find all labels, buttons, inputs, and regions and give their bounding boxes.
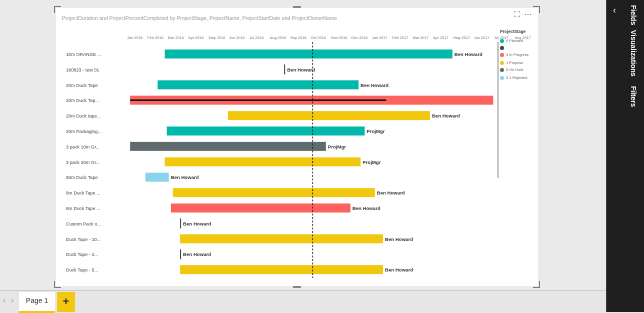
axis-tick-label: Nov 2016 (331, 36, 347, 40)
legend-swatch (500, 60, 504, 65)
axis-tick-label: Dec 2016 (351, 36, 367, 40)
legend: ProjectStage 0 Planned 4 In Progress 1 Pro… (500, 29, 538, 81)
task-label: 50m Duck Tape (66, 175, 98, 180)
axis-tick-label: Feb 2016 (147, 36, 163, 40)
task-bar (166, 126, 365, 136)
owner-label: Ben Howard (352, 206, 380, 212)
legend-item[interactable]: 5 On Hold (500, 67, 538, 74)
task-bar (180, 234, 384, 244)
legend-label: 0 Planned (506, 38, 524, 43)
pane-fields[interactable]: Fields (629, 5, 636, 25)
task-label: Duck Tape - 2... (66, 252, 98, 257)
task-bar (284, 64, 286, 75)
legend-item[interactable]: 3.1 Rejected (500, 74, 538, 81)
prev-page-icon[interactable]: ‹ (3, 296, 6, 305)
task-label: 3 pack 20m Gr... (66, 160, 100, 165)
legend-label: 5 On Hold (506, 68, 524, 73)
task-bar (164, 49, 453, 59)
right-panes: Fields Visualizations Filters ‹ (606, 0, 644, 312)
collapse-pane-icon[interactable]: ‹ (613, 5, 616, 15)
axis-tick-label: Jan 2017 (372, 36, 388, 40)
task-label: 6m Duck Tape ... (66, 191, 100, 196)
axis-tick-label: Sep 2016 (290, 36, 306, 40)
task-label: 20m Packaging... (66, 129, 102, 134)
task-label: Duck Tape - 10... (66, 237, 101, 242)
owner-label: Ben Howard (183, 252, 211, 258)
axis-tick-label: Jun 2016 (229, 36, 245, 40)
pane-divider (606, 0, 607, 312)
task-bar (170, 203, 351, 213)
next-page-icon[interactable]: › (11, 296, 14, 305)
pane-filters[interactable]: Filters (629, 86, 636, 107)
owner-label: Ben Howard (385, 237, 413, 243)
legend-item[interactable] (500, 44, 538, 51)
legend-swatch (500, 68, 504, 73)
report-canvas: ProjectDuration and ProjectPercentComple… (0, 0, 606, 290)
owner-label: Ben Howard (361, 83, 389, 89)
axis-tick-label: May 2016 (209, 36, 226, 40)
task-bar (180, 265, 384, 275)
task-label: 160823 - test 01 (66, 67, 100, 72)
owner-label: ProjMgr (328, 144, 346, 150)
task-label: Custom Pack o... (66, 221, 101, 226)
task-bar (172, 188, 375, 198)
axis-tick-label: Jun 2017 (474, 36, 490, 40)
legend-swatch (500, 53, 504, 58)
legend-item[interactable]: 1 Propose (500, 59, 538, 66)
add-page-button[interactable]: + (57, 292, 75, 312)
task-bar (180, 218, 182, 229)
owner-label: ProjMgr (363, 160, 381, 166)
progress-line (130, 99, 387, 101)
task-bar (145, 172, 169, 182)
task-label: 20m Duck Tape (66, 83, 98, 88)
task-label: 3 pack 10m Gr... (66, 144, 100, 149)
owner-label: Ben Howard (432, 114, 460, 120)
axis-tick-label: Apr 2017 (433, 36, 448, 40)
legend-label: 1 Propose (506, 60, 524, 65)
legend-label: 4 In Progress (506, 53, 529, 58)
task-bar (157, 80, 359, 90)
owner-label: Ben Howard (183, 221, 211, 227)
axis-tick-label: Jan 2016 (127, 36, 143, 40)
owner-label: Ben Howard (385, 268, 413, 274)
owner-label: ProjMgr (367, 129, 385, 135)
axis-tick-label: Mar 2016 (168, 36, 184, 40)
task-label: 10m ORANGE ... (66, 52, 101, 57)
axis-tick-label: Feb 2017 (392, 36, 408, 40)
axis-tick-label: Apr 2016 (188, 36, 203, 40)
legend-swatch (500, 75, 504, 80)
owner-label: Ben Howard (454, 52, 482, 58)
owner-label: Ben Howard (377, 191, 405, 197)
axis-tick-label: Mar 2017 (413, 36, 429, 40)
owner-label: Ben Howard (287, 67, 315, 73)
task-label: 20m Duck tape... (66, 114, 101, 119)
gantt-chart: Jan 2016 Feb 2016 Mar 2016 Apr 2016 May 2016… (66, 36, 531, 278)
task-bar (180, 249, 182, 260)
task-bar (228, 111, 430, 121)
task-bar (164, 157, 361, 167)
vertical-scrollbar (497, 42, 499, 178)
axis-tick-label: Oct 2016 (311, 36, 326, 40)
legend-swatch (500, 46, 504, 51)
pane-visualizations[interactable]: Visualizations (629, 30, 636, 77)
legend-title: ProjectStage (500, 29, 526, 34)
task-label: 6m Duck Tape ... (66, 206, 100, 211)
gantt-visual[interactable]: ProjectDuration and ProjectPercentComple… (54, 6, 540, 288)
owner-label: Ben Howard (171, 175, 199, 181)
page-tab[interactable]: Page 1 (19, 292, 55, 313)
axis-tick-label: Jul 2016 (249, 36, 263, 40)
legend-swatch (500, 38, 504, 43)
axis-tick-label: Aug 2016 (270, 36, 286, 40)
task-label: Duck Tape - 5... (66, 268, 98, 273)
legend-item[interactable]: 0 Planned (500, 37, 538, 44)
legend-item[interactable]: 4 In Progress (500, 52, 538, 59)
resize-handle[interactable] (293, 286, 301, 288)
task-label: 20m Duck Tap... (66, 98, 99, 103)
axis-tick-label: May 2017 (453, 36, 470, 40)
task-bar (130, 141, 326, 151)
page-tabs-bar: ‹ › Page 1 + (0, 290, 606, 313)
legend-label: 3.1 Rejected (506, 75, 528, 80)
